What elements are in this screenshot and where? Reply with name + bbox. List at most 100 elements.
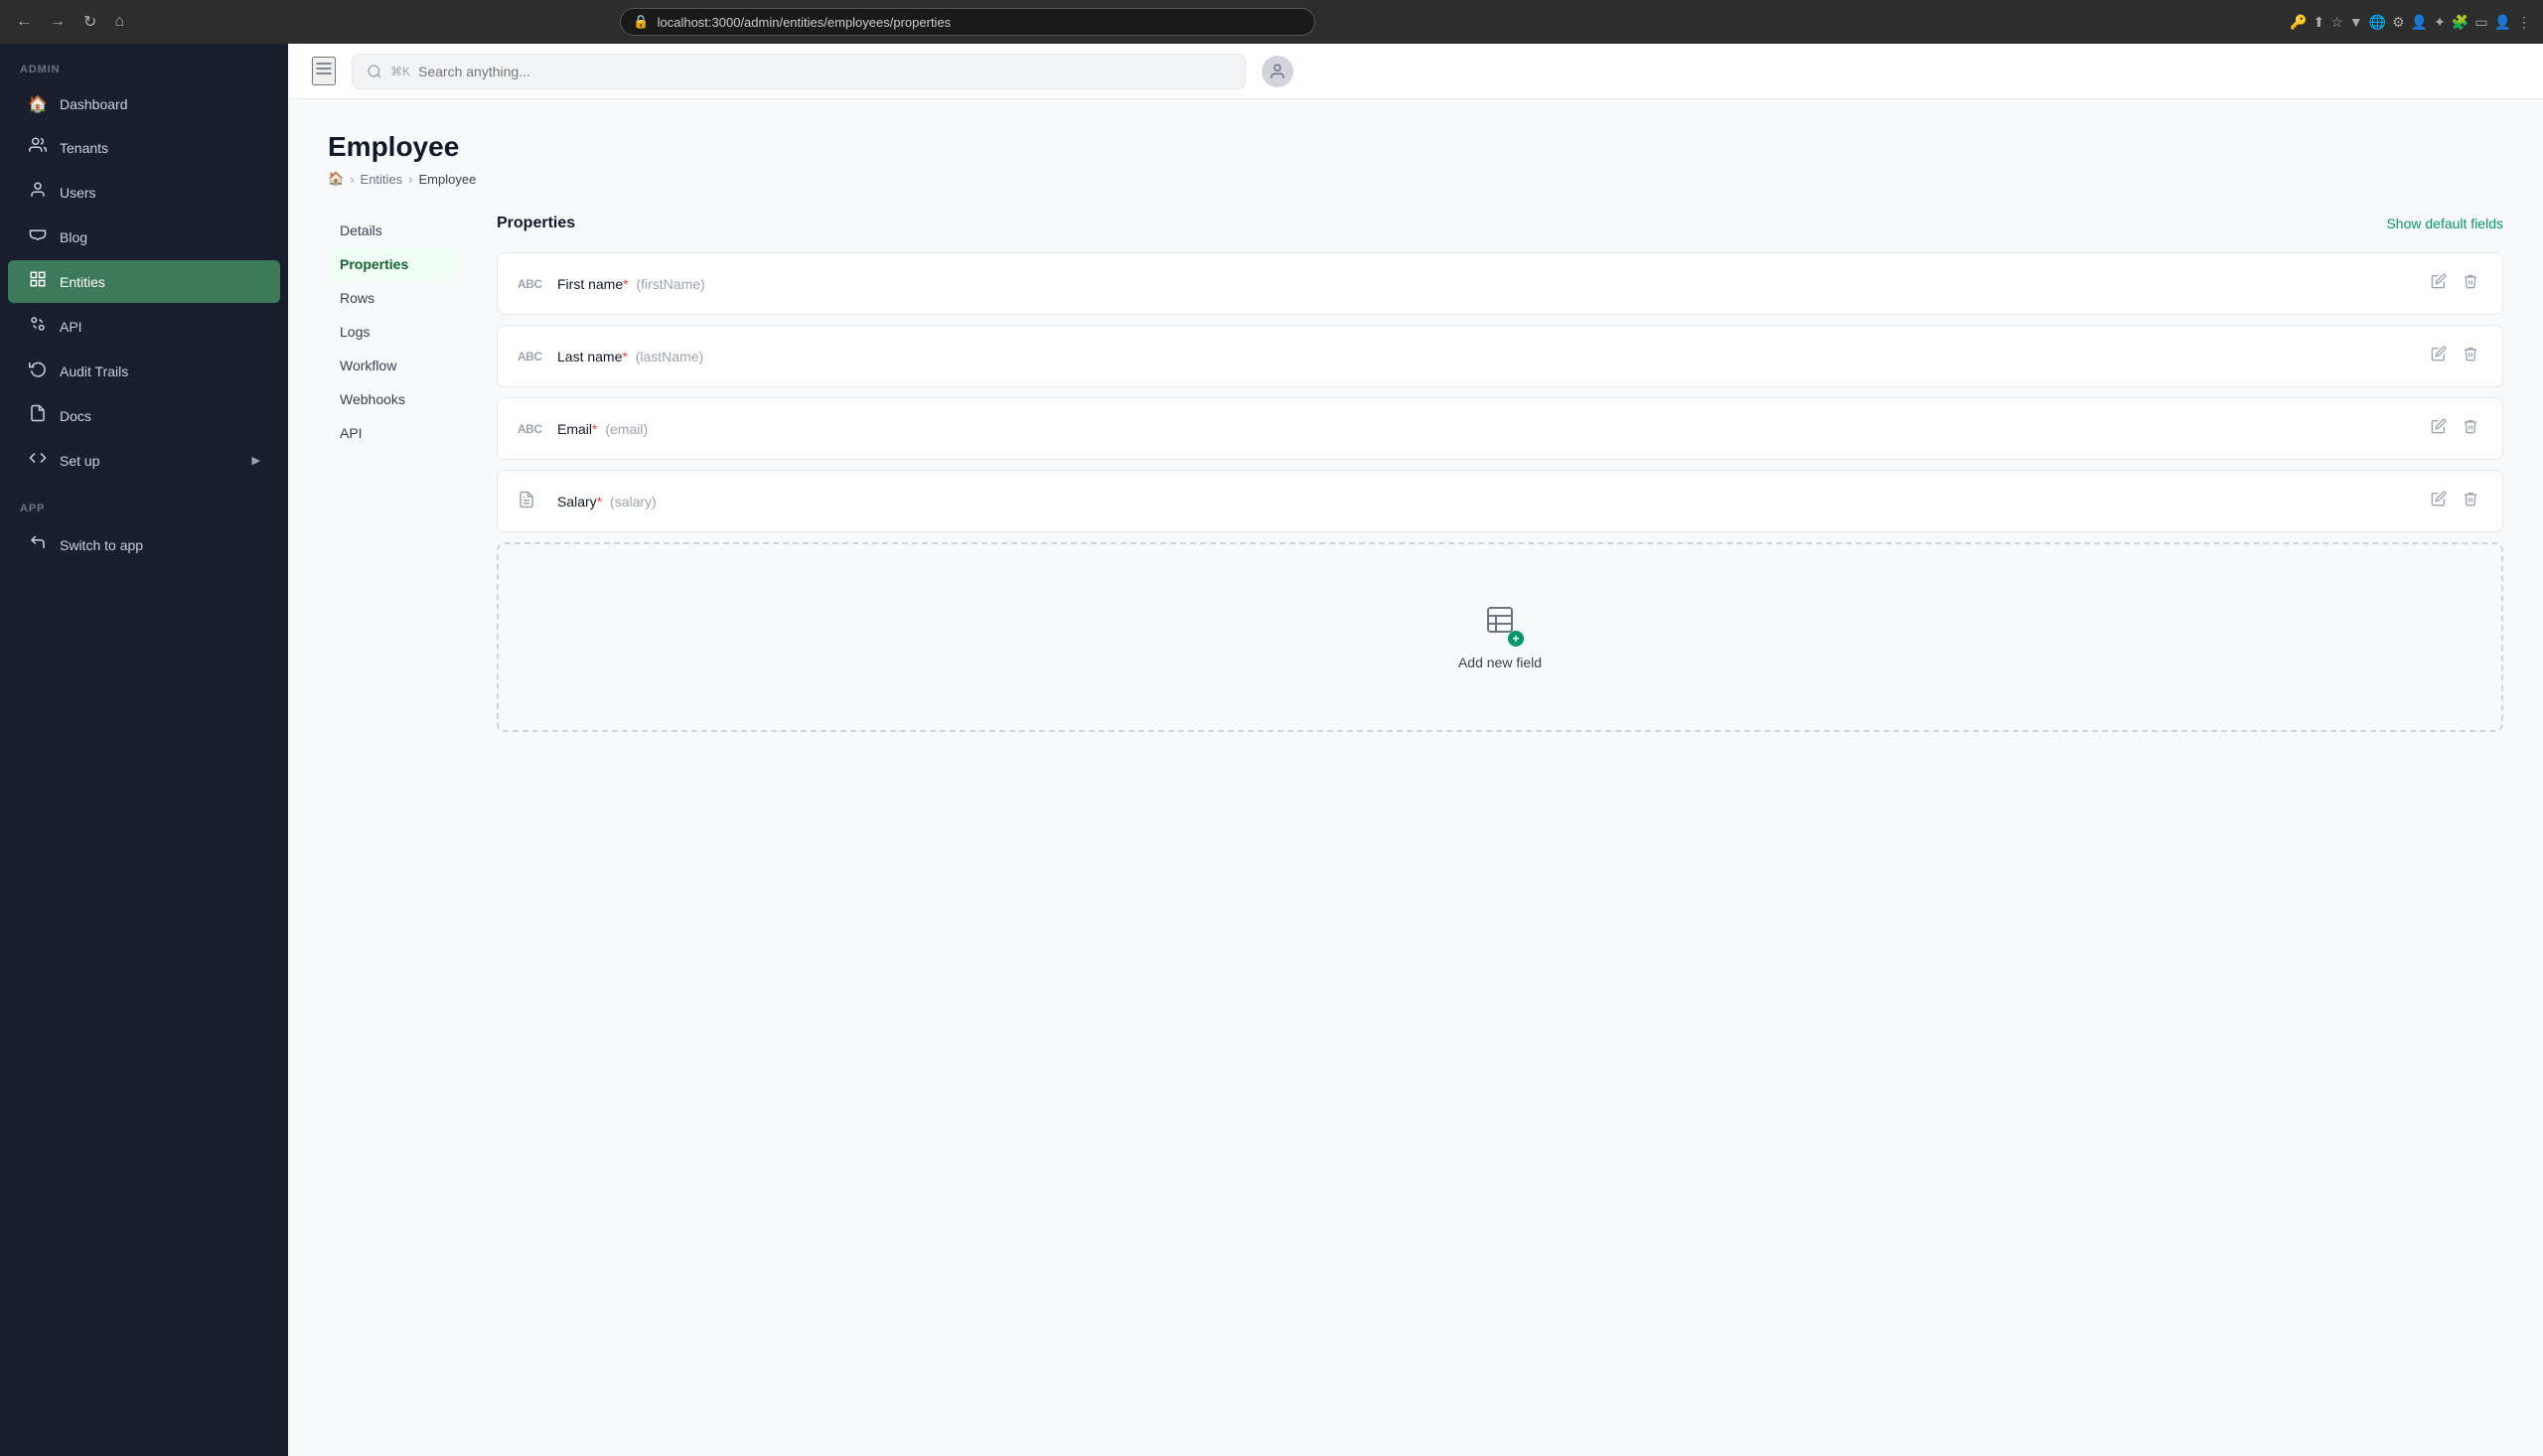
api-icon <box>28 315 48 338</box>
app-layout: ADMIN 🏠 Dashboard Tenants <box>0 44 2543 1456</box>
edit-salary-button[interactable] <box>2427 487 2451 515</box>
field-name-salary: Salary* (salary) <box>557 494 2415 510</box>
sidebar-label-setup: Set up <box>60 453 99 469</box>
sidebar-label-docs: Docs <box>60 408 91 424</box>
sidebar-item-docs[interactable]: Docs <box>8 394 280 437</box>
add-field-label: Add new field <box>1458 655 1542 670</box>
sidebar-label-blog: Blog <box>60 229 87 245</box>
breadcrumb-entities-link[interactable]: Entities <box>361 172 403 187</box>
page-title: Employee <box>328 131 2503 163</box>
field-label: First name <box>557 276 623 292</box>
field-actions-last-name <box>2427 342 2482 370</box>
add-new-field-button[interactable]: + Add new field <box>497 542 2503 732</box>
field-name-email: Email* (email) <box>557 421 2415 437</box>
sidebar-item-dashboard[interactable]: 🏠 Dashboard <box>8 84 280 124</box>
field-name-first-name: First name* (firstName) <box>557 276 2415 292</box>
edit-email-button[interactable] <box>2427 414 2451 443</box>
field-label: Salary <box>557 494 597 510</box>
field-key: (email) <box>605 421 648 437</box>
delete-last-name-button[interactable] <box>2459 342 2482 370</box>
breadcrumb-home-icon[interactable]: 🏠 <box>328 171 344 187</box>
nav-item-properties[interactable]: Properties <box>328 248 457 280</box>
field-actions-email <box>2427 414 2482 443</box>
url-bar[interactable]: 🔒 localhost:3000/admin/entities/employee… <box>620 8 1315 36</box>
required-star: * <box>597 494 602 510</box>
properties-title: Properties <box>497 215 575 232</box>
plus-icon: + <box>1508 631 1524 647</box>
sidebar-item-setup[interactable]: Set up ▶ <box>8 439 280 482</box>
field-label: Email <box>557 421 592 437</box>
ext7-icon: ▭ <box>2474 14 2487 31</box>
blog-icon <box>28 225 48 248</box>
delete-salary-button[interactable] <box>2459 487 2482 515</box>
sidebar-label-entities: Entities <box>60 274 105 290</box>
back-button[interactable]: ← <box>12 9 36 35</box>
field-actions-first-name <box>2427 269 2482 298</box>
ext3-icon: ⚙ <box>2392 14 2405 31</box>
secondary-nav: Details Properties Rows Logs Workflow We… <box>328 215 457 732</box>
breadcrumb-current: Employee <box>419 172 477 187</box>
share-icon: ⬆ <box>2314 14 2325 31</box>
delete-first-name-button[interactable] <box>2459 269 2482 298</box>
field-key: (firstName) <box>636 276 704 292</box>
users-icon <box>28 181 48 204</box>
sidebar-item-switch-to-app[interactable]: Switch to app <box>8 523 280 566</box>
sidebar-item-audit-trails[interactable]: Audit Trails <box>8 350 280 392</box>
edit-last-name-button[interactable] <box>2427 342 2451 370</box>
sidebar-item-api[interactable]: API <box>8 305 280 348</box>
sidebar-item-entities[interactable]: Entities <box>8 260 280 303</box>
sidebar-label-switch-to-app: Switch to app <box>60 537 143 553</box>
admin-section-label: ADMIN <box>0 44 288 83</box>
field-actions-salary <box>2427 487 2482 515</box>
star-icon: ☆ <box>2330 14 2343 31</box>
search-input[interactable] <box>418 64 1231 79</box>
properties-header: Properties Show default fields <box>497 215 2503 232</box>
show-default-fields-button[interactable]: Show default fields <box>2386 216 2503 231</box>
sidebar: ADMIN 🏠 Dashboard Tenants <box>0 44 288 1456</box>
ext5-icon: ✦ <box>2434 14 2446 31</box>
delete-email-button[interactable] <box>2459 414 2482 443</box>
field-row-salary: Salary* (salary) <box>497 470 2503 532</box>
browser-chrome: ← → ↻ ⌂ 🔒 localhost:3000/admin/entities/… <box>0 0 2543 44</box>
nav-item-workflow[interactable]: Workflow <box>328 350 457 381</box>
sidebar-item-blog[interactable]: Blog <box>8 216 280 258</box>
setup-icon <box>28 449 48 472</box>
required-star: * <box>623 276 628 292</box>
docs-icon <box>28 404 48 427</box>
audit-icon <box>28 360 48 382</box>
field-type-icon-salary <box>518 491 545 511</box>
main-content: ⌘K Employee 🏠 › Entities › Employee <box>288 44 2543 1456</box>
lock-icon: 🔒 <box>633 14 649 30</box>
ext6-icon: 🧩 <box>2452 14 2468 31</box>
nav-item-api[interactable]: API <box>328 417 457 449</box>
avatar[interactable] <box>1262 56 1293 87</box>
content-layout: Details Properties Rows Logs Workflow We… <box>328 215 2503 732</box>
page-content: Employee 🏠 › Entities › Employee Details… <box>288 99 2543 1456</box>
sidebar-item-tenants[interactable]: Tenants <box>8 126 280 169</box>
search-icon <box>367 64 382 79</box>
required-star: * <box>592 421 597 437</box>
field-type-icon-first-name: ABC <box>518 277 545 291</box>
nav-item-rows[interactable]: Rows <box>328 282 457 314</box>
search-bar[interactable]: ⌘K <box>352 54 1246 89</box>
menu-toggle-button[interactable] <box>312 57 336 85</box>
nav-item-webhooks[interactable]: Webhooks <box>328 383 457 415</box>
topbar: ⌘K <box>288 44 2543 99</box>
forward-button[interactable]: → <box>46 9 70 35</box>
browser-toolbar: 🔑 ⬆ ☆ ▼ 🌐 ⚙ 👤 ✦ 🧩 ▭ 👤 ⋮ <box>2290 14 2531 31</box>
field-row-email: ABC Email* (email) <box>497 397 2503 460</box>
field-row-last-name: ABC Last name* (lastName) <box>497 325 2503 387</box>
field-key: (salary) <box>610 494 657 510</box>
sidebar-label-audit-trails: Audit Trails <box>60 364 128 379</box>
home-button[interactable]: ⌂ <box>110 9 128 35</box>
search-shortcut: ⌘K <box>390 65 410 78</box>
refresh-button[interactable]: ↻ <box>79 8 100 36</box>
nav-item-details[interactable]: Details <box>328 215 457 246</box>
edit-first-name-button[interactable] <box>2427 269 2451 298</box>
tenants-icon <box>28 136 48 159</box>
app-section-label: APP <box>0 483 288 522</box>
field-row-first-name: ABC First name* (firstName) <box>497 252 2503 315</box>
sidebar-label-api: API <box>60 319 82 335</box>
nav-item-logs[interactable]: Logs <box>328 316 457 348</box>
sidebar-item-users[interactable]: Users <box>8 171 280 214</box>
